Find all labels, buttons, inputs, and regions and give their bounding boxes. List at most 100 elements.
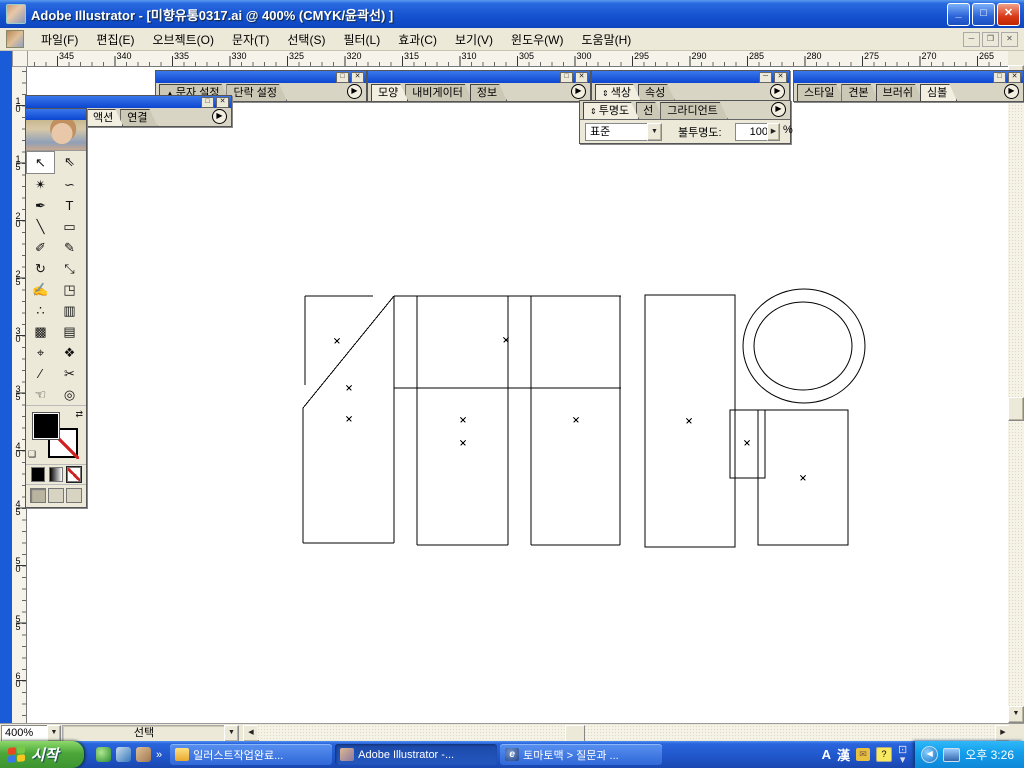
ruler-origin-box[interactable] (12, 50, 28, 67)
palette-maximize-icon[interactable]: □ (993, 72, 1006, 83)
palette-tab-0[interactable]: 스타일 (797, 84, 844, 101)
hand-tool[interactable]: ☜ (26, 384, 55, 405)
horizontal-scroll-thumb[interactable] (565, 725, 585, 742)
doc-close-icon[interactable]: ✕ (1001, 32, 1018, 47)
palette-tab-1[interactable]: 선 (636, 102, 663, 119)
doc-minimize-icon[interactable]: ─ (963, 32, 980, 47)
palette-menu-icon[interactable]: ▶ (571, 84, 586, 99)
palette-minimize-icon[interactable]: ─ (759, 72, 772, 83)
palette-tab-3[interactable]: 심볼 (920, 84, 957, 101)
slice-tool[interactable]: ∕ (26, 363, 55, 384)
rectangle-tool[interactable]: ▭ (55, 216, 84, 237)
mesh-tool[interactable]: ▩ (26, 321, 55, 342)
fullscreen-mode-button[interactable] (66, 488, 82, 503)
selection-tool[interactable]: ↖ (26, 151, 55, 174)
fill-color-swatch[interactable] (32, 412, 60, 440)
quick-launch-icon-2[interactable] (116, 747, 131, 762)
maximize-button[interactable]: □ (972, 3, 995, 26)
palette-title-bar[interactable]: □ ✕ (156, 71, 366, 83)
menu-item-9[interactable]: 도움말(H) (573, 29, 641, 50)
ime-help-icon[interactable]: ? (876, 747, 892, 762)
palette-close-icon[interactable]: ✕ (575, 72, 588, 83)
quick-launch-icon-3[interactable] (136, 747, 151, 762)
type-tool[interactable]: T (55, 195, 84, 216)
tray-collapse-icon[interactable]: ◀ (921, 746, 938, 763)
quick-launch-chevron-icon[interactable]: » (156, 749, 162, 761)
line-tool[interactable]: ╲ (26, 216, 55, 237)
palette-menu-icon[interactable]: ▶ (347, 84, 362, 99)
zoom-dropdown-icon[interactable]: ▼ (47, 725, 61, 742)
warp-tool[interactable]: ✍ (26, 279, 55, 300)
pen-tool[interactable]: ✒ (26, 195, 55, 216)
palette-tab-1[interactable]: 내비게이터 (405, 84, 473, 101)
menu-item-6[interactable]: 효과(C) (389, 29, 446, 50)
palette-title-bar[interactable]: □ ✕ (794, 71, 1023, 83)
menu-item-3[interactable]: 문자(T) (223, 29, 278, 50)
palette-menu-icon[interactable]: ▶ (212, 109, 227, 124)
palette-tab-0[interactable]: 액션 (86, 109, 123, 126)
palette-title-bar[interactable]: ─ ✕ (592, 71, 789, 83)
quick-launch-icon-1[interactable] (96, 747, 111, 762)
default-fill-stroke-icon[interactable]: ❏ (28, 449, 36, 460)
palette-title-bar[interactable]: □ ✕ (368, 71, 590, 83)
doc-restore-icon[interactable]: ❒ (982, 32, 999, 47)
vertical-scrollbar[interactable]: ▲ ▼ (1008, 65, 1024, 723)
symbol-sprayer-tool[interactable]: ∴ (26, 300, 55, 321)
none-button[interactable] (67, 467, 81, 482)
gradient-tool[interactable]: ▤ (55, 321, 84, 342)
blend-mode-dropdown-icon[interactable]: ▼ (647, 123, 662, 141)
taskbar-task-2[interactable]: e토마토맥 > 질문과 ... (500, 744, 662, 765)
menu-item-7[interactable]: 보기(V) (446, 29, 502, 50)
menu-item-2[interactable]: 오브젝트(O) (143, 29, 223, 50)
palette-close-icon[interactable]: ✕ (1008, 72, 1021, 83)
palette-tab-1[interactable]: 견본 (841, 84, 878, 101)
zoom-level-input[interactable]: 400% (1, 725, 52, 742)
ime-mode-indicator[interactable]: A (822, 747, 831, 762)
palette-menu-icon[interactable]: ▶ (770, 84, 785, 99)
palette-menu-icon[interactable]: ▶ (1004, 84, 1019, 99)
taskbar-task-1[interactable]: Adobe Illustrator -... (335, 744, 497, 765)
rotate-tool[interactable]: ↻ (26, 258, 55, 279)
palette-maximize-icon[interactable]: □ (560, 72, 573, 83)
blend-mode-select[interactable]: 표준 (585, 123, 653, 141)
blend-tool[interactable]: ❖ (55, 342, 84, 363)
close-button[interactable]: ✕ (997, 3, 1020, 26)
menu-item-1[interactable]: 편집(E) (87, 29, 143, 50)
pencil-tool[interactable]: ✎ (55, 237, 84, 258)
taskbar-task-0[interactable]: 일러스트작업완료... (170, 744, 332, 765)
vertical-scroll-thumb[interactable] (1008, 397, 1024, 421)
artboard-canvas[interactable] (26, 65, 1008, 723)
horizontal-scrollbar[interactable] (257, 725, 995, 740)
palette-tab-2[interactable]: 정보 (470, 84, 507, 101)
palette-tab-0[interactable]: ⇕색상 (595, 84, 641, 101)
palette-close-icon[interactable]: ✕ (216, 97, 229, 108)
menu-item-8[interactable]: 윈도우(W) (502, 29, 572, 50)
fullscreen-menu-mode-button[interactable] (48, 488, 64, 503)
palette-tab-2[interactable]: 브러쉬 (876, 84, 923, 101)
ime-language-indicator[interactable]: 漢 (837, 745, 850, 764)
scroll-down-icon[interactable]: ▼ (1008, 706, 1024, 723)
swap-fill-stroke-icon[interactable]: ⇄ (75, 409, 83, 420)
palette-close-icon[interactable]: ✕ (351, 72, 364, 83)
status-dropdown-icon[interactable]: ▼ (224, 725, 239, 742)
gradient-button[interactable] (49, 467, 63, 482)
opacity-spinner-icon[interactable]: ▶ (767, 123, 780, 141)
paintbrush-tool[interactable]: ✐ (26, 237, 55, 258)
menu-item-5[interactable]: 필터(L) (334, 29, 389, 50)
palette-title-bar[interactable]: □ ✕ (26, 96, 231, 108)
network-status-icon[interactable] (943, 748, 960, 762)
menu-item-0[interactable]: 파일(F) (32, 29, 87, 50)
menu-item-4[interactable]: 선택(S) (278, 29, 334, 50)
eyedropper-tool[interactable]: ⌖ (26, 342, 55, 363)
palette-tab-2[interactable]: 그라디언트 (660, 102, 728, 119)
palette-close-icon[interactable]: ✕ (774, 72, 787, 83)
color-button[interactable] (31, 467, 45, 482)
free-transform-tool[interactable]: ◳ (55, 279, 84, 300)
toolbox-title-bar[interactable] (26, 109, 86, 120)
minimize-button[interactable]: _ (947, 3, 970, 26)
standard-screen-mode-button[interactable] (30, 488, 46, 503)
tray-icon-1[interactable]: ✉ (856, 748, 870, 761)
palette-tab-1[interactable]: 단락 설정 (226, 84, 287, 101)
scissors-tool[interactable]: ✂ (55, 363, 84, 384)
palette-tab-1[interactable]: 속성 (638, 84, 675, 101)
